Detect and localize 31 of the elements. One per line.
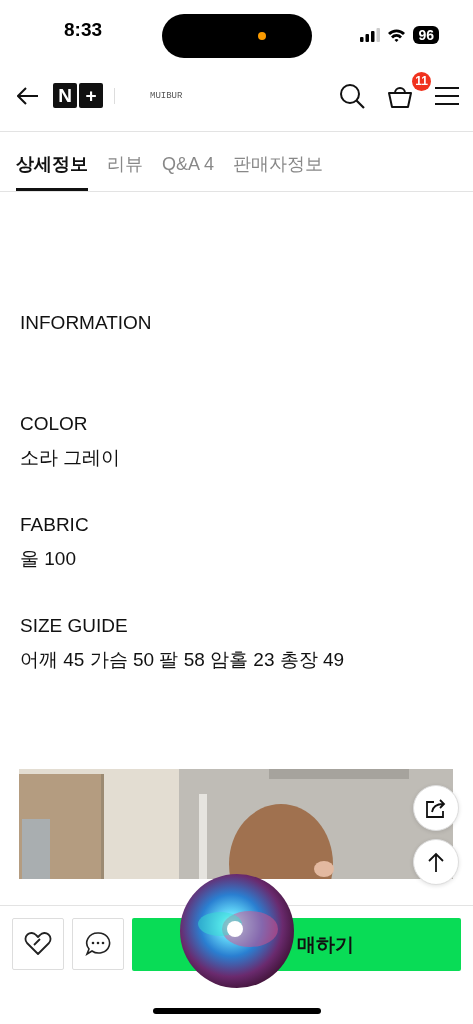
logo-tile[interactable]: + [79, 83, 103, 108]
wifi-icon [387, 28, 407, 42]
brand-name: MUIBUR [150, 90, 184, 101]
tab[interactable]: 판매자정보 [233, 132, 324, 191]
chat-button[interactable] [72, 918, 124, 970]
section-value: 소라 그레이 [20, 446, 122, 470]
menu-icon[interactable] [435, 85, 459, 106]
section-heading: FABRIC [20, 513, 90, 537]
section-heading: INFORMATION [20, 311, 153, 335]
voice-assistant-overlay[interactable] [180, 874, 294, 988]
logo-tile[interactable]: N [53, 83, 77, 108]
arrow-up-icon [428, 852, 444, 872]
scroll-top-button[interactable] [413, 839, 459, 885]
tab[interactable]: 리뷰 [107, 132, 143, 191]
tab[interactable]: Q&A 4 [162, 132, 215, 191]
section-value: 울 100 [20, 547, 77, 571]
like-button[interactable] [12, 918, 64, 970]
clock-time: 8:33 [64, 19, 104, 41]
share-icon [425, 798, 447, 818]
chat-icon [85, 931, 111, 957]
tab[interactable]: 상세정보 [16, 132, 88, 191]
section-heading: SIZE GUIDE [20, 614, 129, 638]
section-value: 어깨 45 가슴 50 팔 58 암홀 23 총장 49 [20, 648, 346, 672]
cart-count-badge: 11 [412, 71, 431, 91]
back-icon[interactable] [17, 86, 39, 105]
battery-level: 96 [413, 26, 439, 44]
signal-icon [360, 28, 381, 42]
search-icon[interactable] [339, 82, 365, 109]
heart-icon [24, 932, 52, 956]
indicator-dot [258, 32, 266, 40]
section-heading: COLOR [20, 412, 89, 436]
